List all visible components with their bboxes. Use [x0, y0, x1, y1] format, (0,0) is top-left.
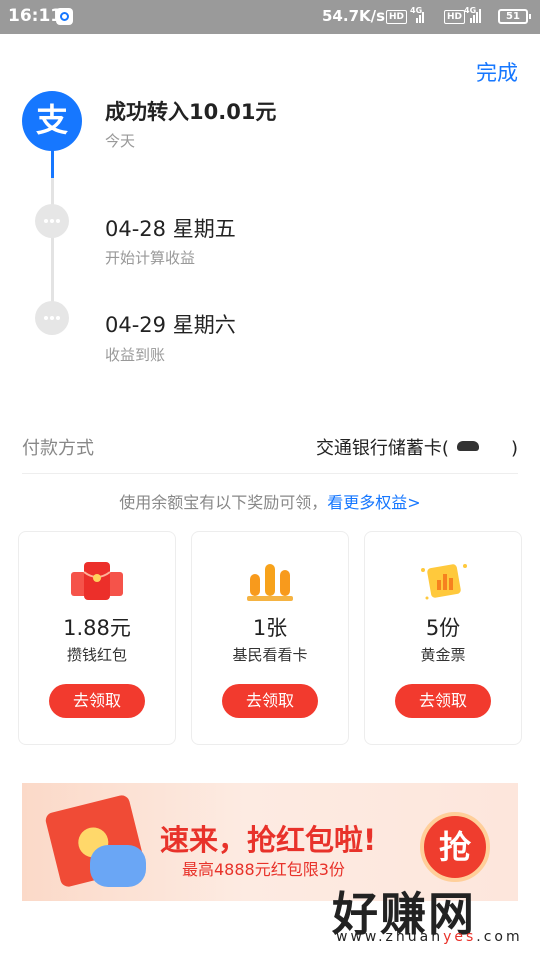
- battery-icon: 51: [498, 9, 531, 24]
- step-2-subtitle: 开始计算收益: [105, 249, 196, 267]
- status-time: 16:11: [8, 6, 63, 26]
- notification-app-icon: [56, 8, 73, 25]
- reward-note-text: 使用余额宝有以下奖励可领，: [119, 493, 328, 512]
- watermark-url-suffix: .com: [476, 929, 523, 945]
- reward-card-red-packet[interactable]: 1.88元 攒钱红包 去领取: [18, 531, 176, 745]
- more-dots-icon: [35, 301, 69, 335]
- step-3-subtitle: 收益到账: [105, 346, 166, 364]
- timeline-pending-line: [51, 178, 54, 308]
- signal-icon: [410, 9, 425, 23]
- claim-button[interactable]: 去领取: [395, 684, 491, 718]
- timeline-progress-line: [51, 150, 54, 178]
- gold-ticket-icon: [421, 564, 467, 600]
- reward-value: 5份: [425, 616, 461, 640]
- reward-label: 基民看看卡: [232, 646, 308, 664]
- claim-button[interactable]: 去领取: [49, 684, 145, 718]
- step-2-title: 04-28 星期五: [105, 217, 236, 241]
- banner-subtitle: 最高4888元红包限3份: [182, 860, 345, 879]
- watermark-url: www.zhuanyes.com: [336, 929, 523, 945]
- more-dots-icon: [35, 204, 69, 238]
- hd-icon: HD: [386, 10, 408, 24]
- reward-card-gold-ticket[interactable]: 5份 黄金票 去领取: [364, 531, 522, 745]
- more-benefits-link[interactable]: 看更多权益>: [327, 493, 420, 512]
- reward-value: 1张: [252, 616, 288, 640]
- chart-bars-icon: [247, 564, 293, 601]
- reward-label: 黄金票: [420, 646, 466, 664]
- watermark-url-highlight: yes: [443, 929, 477, 945]
- reward-note: 使用余额宝有以下奖励可领，看更多权益>: [0, 489, 540, 513]
- status-bar: 16:11 54.7K/s HD 4G HD 4G 51: [0, 0, 540, 34]
- banner-title: 速来，抢红包啦!: [160, 823, 377, 857]
- payment-method-value: 交通银行储蓄卡(): [316, 434, 518, 460]
- step-1-subtitle: 今天: [105, 132, 136, 150]
- network-speed: 54.7K/s: [322, 7, 386, 25]
- payment-method-label: 付款方式: [22, 438, 94, 459]
- reward-value: 1.88元: [63, 616, 131, 640]
- masked-card-number: [449, 438, 511, 456]
- red-envelope-icon: [71, 562, 123, 600]
- hd-icon-2: HD: [444, 10, 466, 24]
- step-1-title: 成功转入10.01元: [105, 100, 277, 124]
- alipay-logo-icon: 支: [22, 91, 82, 151]
- signal-icon-2: [466, 9, 481, 23]
- payment-method-row[interactable]: 付款方式 交通银行储蓄卡(): [22, 430, 518, 474]
- done-button[interactable]: 完成: [476, 57, 518, 87]
- payment-card-suffix: ): [510, 438, 518, 459]
- banner-hand-icon: [90, 845, 146, 887]
- step-3-title: 04-29 星期六: [105, 313, 236, 337]
- reward-card-fund-card[interactable]: 1张 基民看看卡 去领取: [191, 531, 349, 745]
- payment-card-name: 交通银行储蓄卡(: [315, 438, 449, 459]
- watermark-url-prefix: www.zhuan: [336, 929, 444, 945]
- grab-red-packet-button[interactable]: 抢: [420, 812, 490, 882]
- reward-label: 攒钱红包: [66, 646, 127, 664]
- claim-button[interactable]: 去领取: [222, 684, 318, 718]
